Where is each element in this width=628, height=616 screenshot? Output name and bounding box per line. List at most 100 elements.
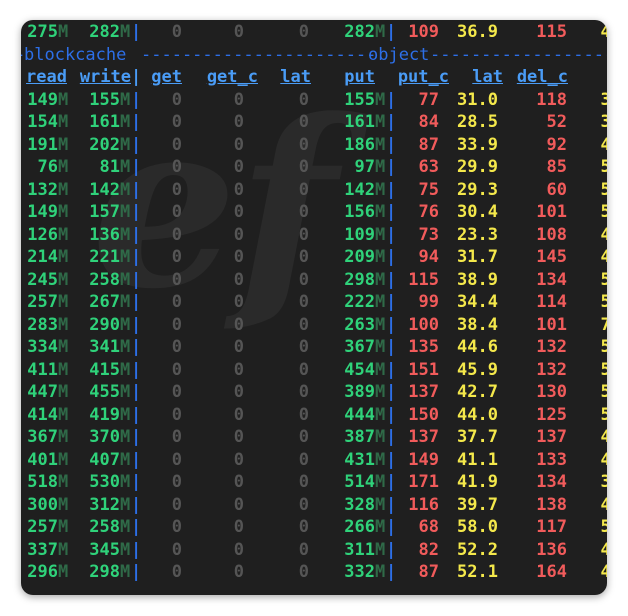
cell-lat: 29.3 — [457, 179, 498, 200]
cell-get: 0 — [171, 224, 182, 245]
cell-lat: 0 — [298, 314, 309, 335]
cell-put-c: 149 — [408, 449, 439, 470]
table-row: 334M341M|000367M|13544.61325. — [21, 336, 607, 358]
cell-read: 149 — [27, 202, 58, 222]
cell-get-c: 0 — [233, 224, 244, 245]
cell-put-c: 116 — [408, 494, 439, 515]
unit-label: M — [375, 517, 386, 537]
cell-lat: 33.9 — [457, 134, 498, 155]
table-row: 76M81M|00097M|6329.9855. — [21, 156, 607, 178]
cell-write: 312 — [89, 494, 120, 515]
cell-write: 258 — [89, 269, 120, 290]
cell-lat: 44.0 — [457, 404, 498, 425]
cell-get: 0 — [171, 314, 182, 335]
cell-get-c: 0 — [233, 494, 244, 515]
cell-l: 5. — [600, 269, 607, 290]
group-header-row: -blockcache-----------------------object… — [21, 44, 607, 66]
cell-l: 5. — [600, 202, 607, 222]
header-put: put — [344, 67, 375, 87]
cell-put-c: 94 — [418, 247, 439, 267]
unit-label: M — [58, 562, 69, 582]
unit-label: M — [120, 494, 131, 515]
cell-del-c: 132 — [536, 359, 567, 380]
cell-put-c: 135 — [408, 337, 439, 357]
cell-put: 454 — [344, 359, 375, 380]
unit-label: M — [58, 337, 69, 357]
cell-lat: 0 — [298, 472, 309, 492]
cell-del-c: 138 — [536, 494, 567, 515]
unit-label: M — [58, 472, 69, 492]
header-write: write — [79, 67, 131, 87]
cell-lat: 52.1 — [457, 562, 498, 582]
column-separator: | — [131, 22, 142, 42]
cell-l: 4. — [600, 562, 607, 582]
cell-get-c: 0 — [233, 269, 244, 290]
unit-label: M — [375, 562, 386, 582]
column-separator: | — [131, 539, 142, 560]
unit-label: M — [120, 247, 131, 267]
unit-label: M — [120, 89, 131, 110]
table-row: 401M407M|000431M|14941.11334. — [21, 449, 607, 471]
cell-write: 341 — [89, 337, 120, 357]
cell-get: 0 — [171, 337, 182, 357]
column-separator: | — [131, 562, 142, 582]
column-separator: | — [386, 314, 397, 335]
column-separator: | — [386, 179, 397, 200]
cell-del-c: 130 — [536, 382, 567, 402]
cell-lat: 0 — [298, 382, 309, 402]
cell-del-c: 108 — [536, 224, 567, 245]
cell-put-c: 115 — [408, 269, 439, 290]
terminal-window[interactable]: ef 275M282M|000282M|10936.91154.-blockca… — [21, 20, 607, 595]
cell-lat: 0 — [298, 517, 309, 537]
cell-l: 3. — [600, 112, 607, 132]
unit-label: M — [375, 292, 386, 312]
cell-l: 5. — [600, 359, 607, 380]
cell-del-c: 134 — [536, 472, 567, 492]
cell-get: 0 — [171, 404, 182, 425]
cell-put-c: 75 — [418, 179, 439, 200]
cell-read: 191 — [27, 134, 58, 155]
column-separator: | — [131, 517, 142, 537]
column-separator: | — [131, 224, 142, 245]
cell-l: 5. — [600, 517, 607, 537]
cell-del-c: 101 — [536, 314, 567, 335]
cell-put: 387 — [344, 427, 375, 447]
table-row: 149M155M|000155M|7731.01183. — [21, 89, 607, 111]
cell-read: 126 — [27, 224, 58, 245]
table-row: 414M419M|000444M|15044.01255. — [21, 404, 607, 426]
column-separator: | — [386, 382, 397, 402]
cell-put: 161 — [344, 112, 375, 132]
cell-get: 0 — [171, 89, 182, 110]
cell-read: 401 — [27, 449, 58, 470]
cell-put: 367 — [344, 337, 375, 357]
cell-lat: 0 — [298, 89, 309, 110]
cell-get-c: 0 — [233, 134, 244, 155]
cell-read: 447 — [27, 382, 58, 402]
cell-lat: 0 — [298, 134, 309, 155]
cell-lat: 0 — [298, 22, 309, 42]
cell-lat: 31.7 — [457, 247, 498, 267]
cell-read: 275 — [27, 22, 58, 42]
column-separator: | — [131, 449, 142, 470]
cell-lat: 42.7 — [457, 382, 498, 402]
cell-l: 5. — [600, 404, 607, 425]
cell-del-c: 114 — [536, 292, 567, 312]
unit-label: M — [375, 89, 386, 110]
cell-lat: 0 — [298, 224, 309, 245]
cell-write: 258 — [89, 517, 120, 537]
cell-read: 283 — [27, 314, 58, 335]
unit-label: M — [120, 134, 131, 155]
unit-label: M — [375, 112, 386, 132]
column-separator: | — [386, 494, 397, 515]
unit-label: M — [375, 157, 386, 177]
unit-label: M — [375, 404, 386, 425]
cell-put: 282 — [344, 22, 375, 42]
cell-lat: 0 — [298, 404, 309, 425]
cell-del-c: 134 — [536, 269, 567, 290]
column-separator: | — [131, 472, 142, 492]
unit-label: M — [375, 22, 386, 42]
cell-lat: 45.9 — [457, 359, 498, 380]
cell-l: 4. — [600, 22, 607, 42]
unit-label: M — [58, 517, 69, 537]
cell-put-c: 77 — [418, 89, 439, 110]
